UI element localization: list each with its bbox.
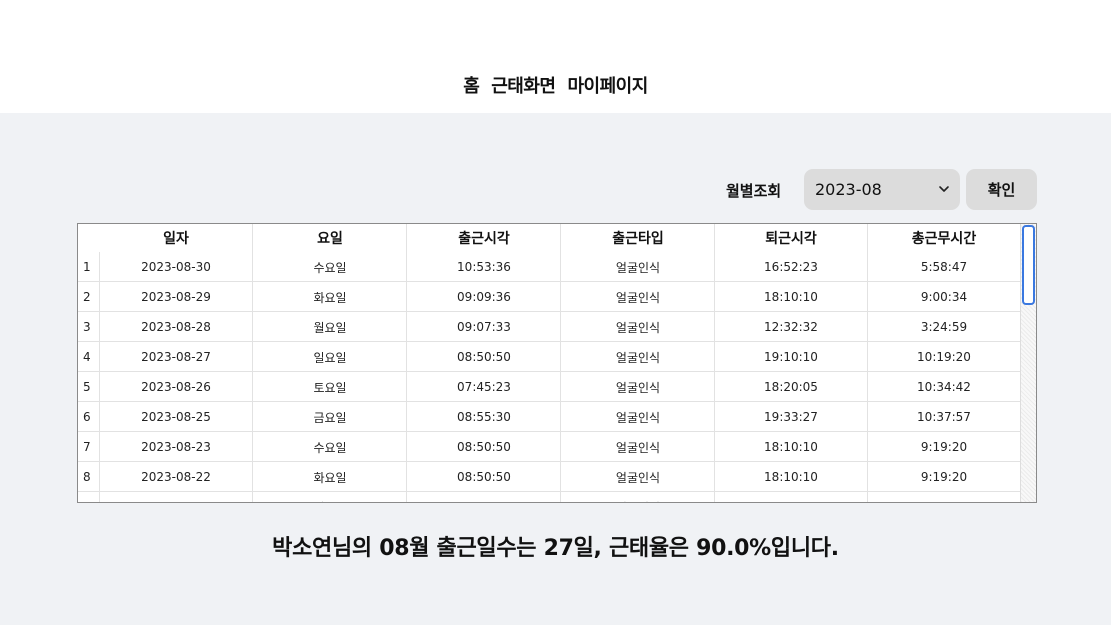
month-select[interactable]: 2023-08 bbox=[804, 169, 960, 210]
table-row[interactable]: 2 2023-08-29 화요일 09:09:36 얼굴인식 18:10:10 9:00:3… bbox=[78, 282, 1021, 312]
row-number: 4 bbox=[78, 342, 100, 372]
cell-weekday: 수요일 bbox=[254, 252, 407, 282]
cell-clock-out: 18:10:10 bbox=[715, 282, 868, 312]
nav-mypage[interactable]: 마이페이지 bbox=[568, 72, 649, 98]
row-number: 8 bbox=[78, 462, 100, 492]
cell-clock-in: 08:50:50 bbox=[408, 432, 561, 462]
row-number: 7 bbox=[78, 432, 100, 462]
cell-total-hours: 9:19:20 bbox=[868, 492, 1021, 502]
cell-clock-in: 07:45:23 bbox=[408, 372, 561, 402]
column-header-date[interactable]: 일자 bbox=[100, 224, 253, 252]
cell-weekday: 화요일 bbox=[254, 462, 407, 492]
cell-date: 2023-08-25 bbox=[100, 402, 253, 432]
cell-clock-out: 12:32:32 bbox=[715, 312, 868, 342]
row-number: 9 bbox=[78, 492, 100, 502]
cell-clock-in-type: 얼굴인식 bbox=[562, 342, 715, 372]
column-header-weekday[interactable]: 요일 bbox=[254, 224, 407, 252]
cell-total-hours: 9:00:34 bbox=[868, 282, 1021, 312]
cell-weekday: 금요일 bbox=[254, 402, 407, 432]
cell-weekday: 수요일 bbox=[254, 432, 407, 462]
month-select-value: 2023-08 bbox=[815, 180, 882, 199]
table-header: 일자 요일 출근시각 출근타입 퇴근시각 총근무시간 bbox=[78, 224, 1021, 252]
table-row[interactable]: 8 2023-08-22 화요일 08:50:50 얼굴인식 18:10:10 9:19:2… bbox=[78, 462, 1021, 492]
cell-clock-out: 18:20:05 bbox=[715, 372, 868, 402]
column-header-clock-out[interactable]: 퇴근시각 bbox=[715, 224, 868, 252]
cell-clock-in: 08:50:50 bbox=[408, 462, 561, 492]
row-number: 1 bbox=[78, 252, 100, 282]
chevron-down-icon bbox=[939, 186, 949, 192]
column-header-total-hours[interactable]: 총근무시간 bbox=[868, 224, 1021, 252]
cell-clock-in-type: 얼굴인식 bbox=[562, 312, 715, 342]
nav-home[interactable]: 홈 bbox=[463, 72, 480, 98]
cell-clock-in: 10:53:36 bbox=[408, 252, 561, 282]
cell-clock-out: 18:10:10 bbox=[715, 462, 868, 492]
cell-total-hours: 9:19:20 bbox=[868, 432, 1021, 462]
table-row[interactable]: 1 2023-08-30 수요일 10:53:36 얼굴인식 16:52:23 5:58:4… bbox=[78, 252, 1021, 282]
cell-weekday: 토요일 bbox=[254, 372, 407, 402]
cell-total-hours: 10:34:42 bbox=[868, 372, 1021, 402]
row-number: 5 bbox=[78, 372, 100, 402]
cell-clock-in-type: 얼굴인식 bbox=[562, 252, 715, 282]
table-scrollbar[interactable] bbox=[1020, 224, 1036, 502]
confirm-button[interactable]: 확인 bbox=[966, 169, 1037, 210]
cell-weekday: 월요일 bbox=[254, 312, 407, 342]
cell-total-hours: 10:37:57 bbox=[868, 402, 1021, 432]
cell-total-hours: 10:19:20 bbox=[868, 342, 1021, 372]
cell-date: 2023-08-27 bbox=[100, 342, 253, 372]
cell-clock-out: 18:10:10 bbox=[715, 492, 868, 502]
scrollbar-thumb[interactable] bbox=[1022, 225, 1035, 305]
cell-clock-out: 19:10:10 bbox=[715, 342, 868, 372]
cell-weekday: 월요일 bbox=[254, 492, 407, 502]
cell-clock-in: 09:09:36 bbox=[408, 282, 561, 312]
table-row[interactable]: 7 2023-08-23 수요일 08:50:50 얼굴인식 18:10:10 9:19:2… bbox=[78, 432, 1021, 462]
main-nav: 홈 근태화면 마이페이지 bbox=[0, 72, 1111, 98]
cell-weekday: 화요일 bbox=[254, 282, 407, 312]
cell-total-hours: 9:19:20 bbox=[868, 462, 1021, 492]
cell-clock-in: 08:50:50 bbox=[408, 492, 561, 502]
cell-clock-in-type: 얼굴인식 bbox=[562, 432, 715, 462]
row-number: 2 bbox=[78, 282, 100, 312]
cell-clock-in: 09:07:33 bbox=[408, 312, 561, 342]
table-row[interactable]: 4 2023-08-27 일요일 08:50:50 얼굴인식 19:10:10 10:19:… bbox=[78, 342, 1021, 372]
cell-date: 2023-08-22 bbox=[100, 462, 253, 492]
table-row[interactable]: 92023-08-21월요일08:50:50얼굴인식18:10:109:19:2… bbox=[78, 492, 1021, 502]
table-row[interactable]: 5 2023-08-26 토요일 07:45:23 얼굴인식 18:20:05 10:34:… bbox=[78, 372, 1021, 402]
cell-date: 2023-08-21 bbox=[100, 492, 253, 502]
cell-clock-in-type: 얼굴인식 bbox=[562, 492, 715, 502]
table-row[interactable]: 6 2023-08-25 금요일 08:55:30 얼굴인식 19:33:27 10:37:… bbox=[78, 402, 1021, 432]
cell-clock-in-type: 얼굴인식 bbox=[562, 282, 715, 312]
cell-date: 2023-08-26 bbox=[100, 372, 253, 402]
row-number: 3 bbox=[78, 312, 100, 342]
cell-clock-in-type: 얼굴인식 bbox=[562, 402, 715, 432]
cell-date: 2023-08-29 bbox=[100, 282, 253, 312]
cell-total-hours: 5:58:47 bbox=[868, 252, 1021, 282]
cell-clock-out: 19:33:27 bbox=[715, 402, 868, 432]
table-row[interactable]: 3 2023-08-28 월요일 09:07:33 얼굴인식 12:32:32 3:24:5… bbox=[78, 312, 1021, 342]
cell-date: 2023-08-28 bbox=[100, 312, 253, 342]
top-header: 홈 근태화면 마이페이지 bbox=[0, 0, 1111, 113]
cell-date: 2023-08-23 bbox=[100, 432, 253, 462]
column-header-clock-in-type[interactable]: 출근타입 bbox=[562, 224, 715, 252]
column-header-clock-in[interactable]: 출근시각 bbox=[408, 224, 561, 252]
row-number: 6 bbox=[78, 402, 100, 432]
cell-total-hours: 3:24:59 bbox=[868, 312, 1021, 342]
nav-attendance[interactable]: 근태화면 bbox=[491, 72, 556, 98]
cell-date: 2023-08-30 bbox=[100, 252, 253, 282]
cell-clock-in-type: 얼굴인식 bbox=[562, 372, 715, 402]
attendance-table: 일자 요일 출근시각 출근타입 퇴근시각 총근무시간 1 2023-08-30 수요일 10:5… bbox=[77, 223, 1037, 503]
cell-clock-in: 08:50:50 bbox=[408, 342, 561, 372]
monthly-filter-label: 월별조회 bbox=[726, 182, 782, 200]
cell-clock-in-type: 얼굴인식 bbox=[562, 462, 715, 492]
cell-clock-out: 18:10:10 bbox=[715, 432, 868, 462]
cell-weekday: 일요일 bbox=[254, 342, 407, 372]
cell-clock-in: 08:55:30 bbox=[408, 402, 561, 432]
cell-clock-out: 16:52:23 bbox=[715, 252, 868, 282]
attendance-summary: 박소연님의 08월 출근일수는 27일, 근태율은 90.0%입니다. bbox=[272, 536, 839, 561]
